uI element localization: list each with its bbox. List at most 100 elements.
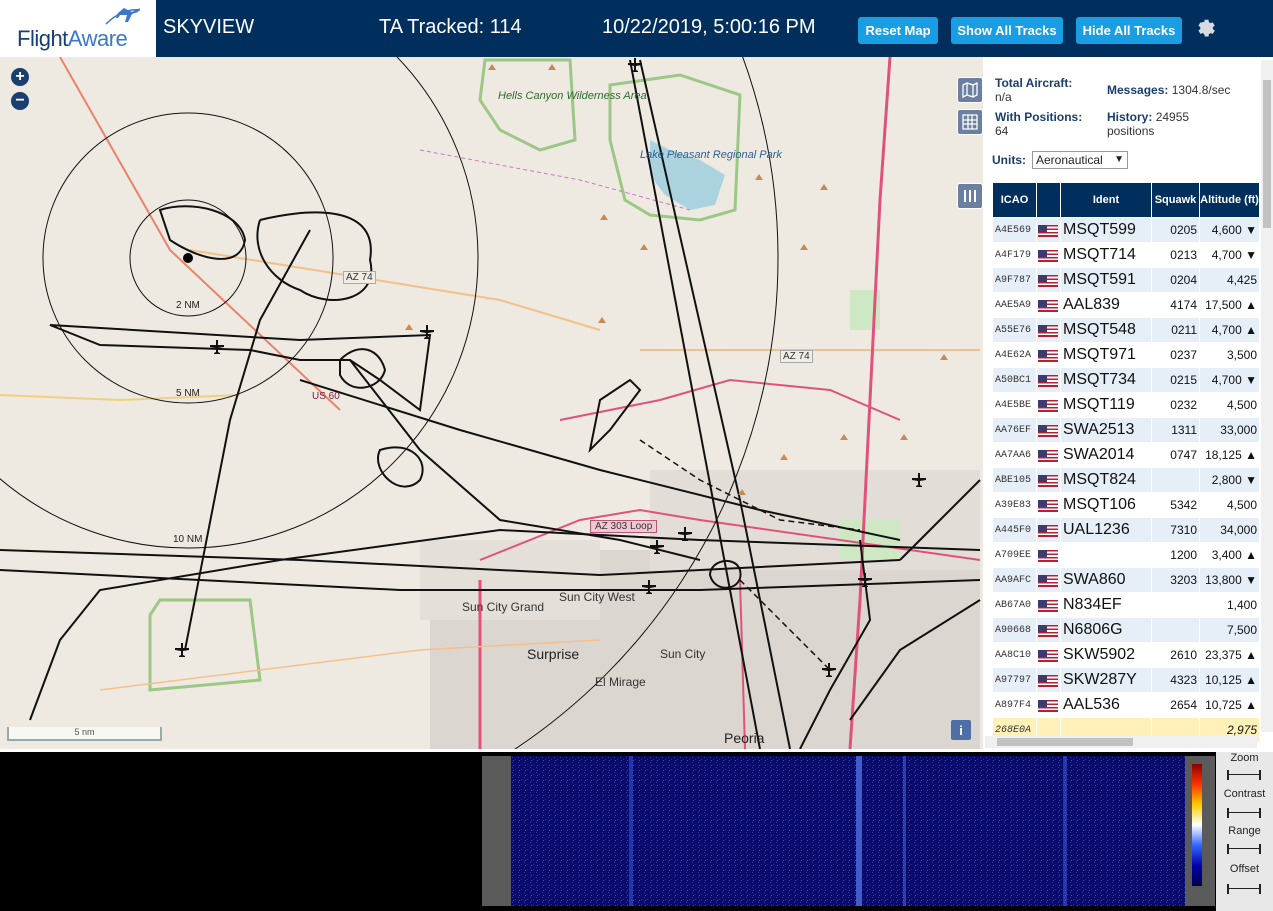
zoom-in-button[interactable]: + — [11, 68, 29, 86]
map-view[interactable]: + − Hells Canyon Wilderness Area Lake Pl… — [0, 57, 983, 749]
grid-toggle-button[interactable] — [957, 109, 983, 135]
total-aircraft-stat: Total Aircraft: n/a — [995, 76, 1073, 104]
us-flag-icon — [1038, 575, 1058, 588]
ident-cell: SWA2513 — [1060, 417, 1152, 443]
squawk-cell: 4323 — [1151, 667, 1200, 693]
columns-toggle-button[interactable] — [957, 183, 983, 209]
altitude-cell: 10,725 ▲ — [1199, 692, 1260, 718]
table-row[interactable]: A39E83 MSQT106 5342 4,500 — [992, 492, 1260, 518]
spectrum-panel: Zoom Contrast Range Offset — [0, 752, 1273, 911]
squawk-cell — [1151, 617, 1200, 643]
squawk-cell: 0232 — [1151, 392, 1200, 418]
us-flag-icon — [1038, 400, 1058, 413]
ring-10nm-label: 10 NM — [173, 534, 203, 545]
us-flag-icon — [1038, 450, 1058, 463]
zoom-slider[interactable] — [1227, 770, 1261, 780]
scrollbar-thumb[interactable] — [1263, 80, 1271, 228]
hide-all-tracks-button[interactable]: Hide All Tracks — [1076, 17, 1182, 44]
altitude-cell: 2,800 ▼ — [1199, 467, 1260, 493]
sun-city-grand-label: Sun City Grand — [462, 600, 545, 614]
gear-icon[interactable] — [1194, 16, 1216, 38]
table-row[interactable]: A709EE 1200 3,400 ▲ — [992, 542, 1260, 568]
table-row[interactable]: AAE5A9 AAL839 4174 17,500 ▲ — [992, 292, 1260, 318]
icao-cell: A4E569 — [992, 217, 1037, 243]
altitude-cell: 4,600 ▼ — [1199, 217, 1260, 243]
squawk-cell: 0213 — [1151, 242, 1200, 268]
col-icao-header[interactable]: ICAO — [992, 182, 1037, 218]
map-canvas — [0, 57, 981, 749]
icao-cell: A4F179 — [992, 242, 1037, 268]
app-title: SKYVIEW — [163, 16, 255, 38]
el-mirage-label: El Mirage — [595, 675, 646, 689]
panel-vertical-scrollbar[interactable] — [1261, 60, 1273, 732]
table-row[interactable]: A55E76 MSQT548 0211 4,700 ▲ — [992, 317, 1260, 343]
aircraft-table: ICAO Ident Squawk Altitude (ft) A4E569 MS… — [992, 182, 1260, 743]
table-row[interactable]: A4F179 MSQT714 0213 4,700 ▼ — [992, 242, 1260, 268]
us-flag-icon — [1038, 675, 1058, 688]
ident-cell: MSQT714 — [1060, 242, 1152, 268]
squawk-cell — [1151, 467, 1200, 493]
ident-cell: MSQT734 — [1060, 367, 1152, 393]
history-stat: History: 24955 positions — [1107, 110, 1190, 138]
flag-cell — [1036, 292, 1061, 318]
zoom-out-button[interactable]: − — [11, 92, 29, 110]
contrast-slider[interactable] — [1227, 808, 1261, 818]
table-row[interactable]: A445F0 UAL1236 7310 34,000 — [992, 517, 1260, 543]
map-icon — [962, 82, 978, 98]
show-all-tracks-button[interactable]: Show All Tracks — [951, 17, 1063, 44]
ident-cell: AAL536 — [1060, 692, 1152, 718]
squawk-cell: 7310 — [1151, 517, 1200, 543]
units-select[interactable]: Aeronautical ▼ — [1032, 151, 1128, 169]
altitude-cell: 3,500 — [1199, 342, 1260, 368]
table-row[interactable]: ABE105 MSQT824 2,800 ▼ — [992, 467, 1260, 493]
altitude-cell: 4,425 — [1199, 267, 1260, 293]
table-row[interactable]: AA76EF SWA2513 1311 33,000 — [992, 417, 1260, 443]
icao-cell: AAE5A9 — [992, 292, 1037, 318]
icao-cell: A90668 — [992, 617, 1037, 643]
flag-cell — [1036, 492, 1061, 518]
icao-cell: AA7AA6 — [992, 442, 1037, 468]
table-row[interactable]: A4E569 MSQT599 0205 4,600 ▼ — [992, 217, 1260, 243]
flightaware-logo[interactable]: FlightAware — [0, 0, 156, 57]
offset-slider[interactable] — [1227, 884, 1261, 894]
col-altitude-header[interactable]: Altitude (ft) — [1199, 182, 1260, 218]
table-row[interactable]: A50BC1 MSQT734 0215 4,700 ▼ — [992, 367, 1260, 393]
table-row[interactable]: A4E62A MSQT971 0237 3,500 — [992, 342, 1260, 368]
altitude-cell: 17,500 ▲ — [1199, 292, 1260, 318]
altitude-cell: 10,125 ▲ — [1199, 667, 1260, 693]
table-row[interactable]: AB67A0 N834EF 1,400 — [992, 592, 1260, 618]
table-row[interactable]: A4E5BE MSQT119 0232 4,500 — [992, 392, 1260, 418]
col-squawk-header[interactable]: Squawk — [1151, 182, 1200, 218]
us-flag-icon — [1038, 300, 1058, 313]
map-layers-button[interactable] — [957, 77, 983, 103]
range-slider[interactable] — [1227, 844, 1261, 854]
info-button[interactable]: i — [951, 720, 971, 740]
table-row[interactable]: A897F4 AAL536 2654 10,725 ▲ — [992, 692, 1260, 718]
col-flag-header[interactable] — [1036, 182, 1061, 218]
table-row[interactable]: AA9AFC SWA860 3203 13,800 ▼ — [992, 567, 1260, 593]
us-flag-icon — [1038, 250, 1058, 263]
table-row[interactable]: AA7AA6 SWA2014 0747 18,125 ▲ — [992, 442, 1260, 468]
us-flag-icon — [1038, 650, 1058, 663]
altitude-cell: 4,700 ▼ — [1199, 242, 1260, 268]
table-row[interactable]: A97797 SKW287Y 4323 10,125 ▲ — [992, 667, 1260, 693]
panel-horizontal-scrollbar[interactable] — [985, 736, 1257, 748]
ring-5nm-label: 5 NM — [176, 388, 200, 399]
altitude-cell: 1,400 — [1199, 592, 1260, 618]
table-row[interactable]: A9F787 MSQT591 0204 4,425 — [992, 267, 1260, 293]
az74-shield-east: AZ 74 — [780, 350, 813, 363]
ident-cell: N6806G — [1060, 617, 1152, 643]
altitude-cell: 4,500 — [1199, 492, 1260, 518]
us-flag-icon — [1038, 500, 1058, 513]
scrollbar-thumb[interactable] — [997, 738, 1133, 746]
squawk-cell: 1311 — [1151, 417, 1200, 443]
us-flag-icon — [1038, 425, 1058, 438]
reset-map-button[interactable]: Reset Map — [858, 17, 938, 44]
waterfall-display[interactable] — [511, 756, 1185, 906]
table-row[interactable]: A90668 N6806G 7,500 — [992, 617, 1260, 643]
col-ident-header[interactable]: Ident — [1060, 182, 1152, 218]
icao-cell: ABE105 — [992, 467, 1037, 493]
squawk-cell: 0237 — [1151, 342, 1200, 368]
table-row[interactable]: AA8C10 SKW5902 2610 23,375 ▲ — [992, 642, 1260, 668]
squawk-cell: 4174 — [1151, 292, 1200, 318]
